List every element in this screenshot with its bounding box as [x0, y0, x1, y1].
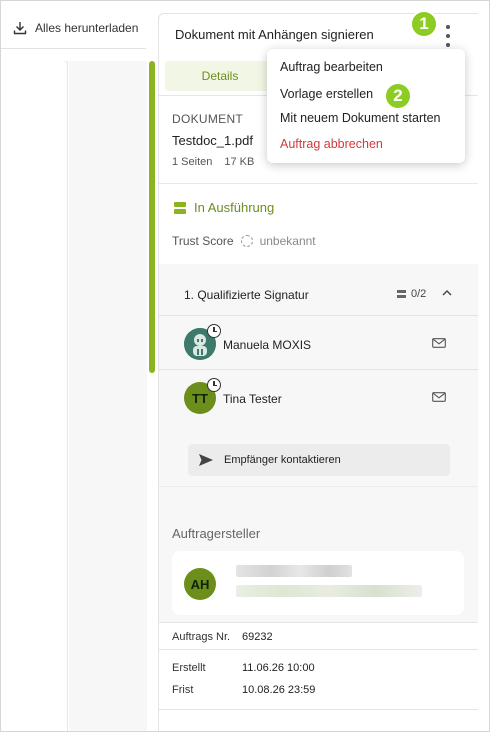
contact-recipients-label: Empfänger kontaktieren — [224, 454, 341, 466]
document-pages: 1 Seiten — [172, 156, 213, 168]
signer-row: Manuela MOXIS — [159, 316, 478, 370]
trust-spinner-icon — [240, 235, 253, 247]
trust-score-row: Trust Score unbekannt — [172, 234, 316, 248]
step-badge-2: 2 — [384, 82, 412, 110]
due-value: 10.08.26 23:59 — [242, 684, 316, 696]
left-divider — [1, 48, 146, 49]
due-label: Frist — [172, 684, 194, 696]
mail-icon[interactable] — [432, 338, 446, 348]
signer-name: Manuela MOXIS — [223, 338, 312, 352]
scrollbar-thumb[interactable] — [149, 61, 155, 373]
order-number-label: Auftrags Nr. — [172, 631, 231, 643]
send-icon — [199, 454, 213, 466]
status-section: In Ausführung Trust Score unbekannt — [159, 184, 478, 264]
clock-icon — [207, 324, 221, 338]
creator-label: Auftragersteller — [172, 526, 261, 541]
chevron-up-icon[interactable] — [441, 287, 453, 299]
menu-item-restart-new-document[interactable]: Mit neuem Dokument starten — [280, 111, 441, 125]
signature-block: 1. Qualifizierte Signatur 0/2 Manuela MO… — [159, 264, 478, 486]
tab-details[interactable]: Details — [165, 61, 275, 91]
document-meta: 1 Seiten 17 KB — [172, 156, 254, 168]
menu-item-edit-order[interactable]: Auftrag bearbeiten — [280, 60, 383, 74]
signature-title: 1. Qualifizierte Signatur — [184, 288, 309, 302]
kebab-menu-icon[interactable] — [441, 25, 455, 47]
document-preview-page — [1, 61, 67, 731]
status-row: In Ausführung — [174, 200, 274, 215]
order-number-value: 69232 — [242, 631, 273, 643]
status-icon — [174, 201, 186, 214]
created-label: Erstellt — [172, 662, 206, 674]
created-value: 11.06.26 10:00 — [242, 662, 315, 674]
trust-score-value: unbekannt — [259, 234, 316, 248]
step-badge-1: 1 — [410, 10, 438, 38]
preview-gutter — [69, 61, 147, 731]
clock-icon — [207, 378, 221, 392]
app-frame: Alles herunterladen Dokument mit Anhänge… — [0, 0, 490, 732]
signer-name: Tina Tester — [223, 392, 282, 406]
signature-header[interactable]: 1. Qualifizierte Signatur 0/2 — [159, 264, 478, 316]
signature-count-value: 0/2 — [411, 288, 427, 300]
context-menu: Auftrag bearbeiten Vorlage erstellen Mit… — [267, 49, 465, 163]
contact-recipients-button[interactable]: Empfänger kontaktieren — [188, 444, 450, 476]
signature-count: 0/2 — [397, 288, 426, 300]
dates-section: Erstellt 11.06.26 10:00 Frist 10.08.26 2… — [159, 650, 478, 710]
document-name[interactable]: Testdoc_1.pdf — [172, 133, 253, 148]
menu-item-cancel-order[interactable]: Auftrag abbrechen — [280, 137, 383, 151]
signature-count-icon — [397, 289, 406, 299]
creator-name-redacted — [236, 565, 352, 577]
creator-email-redacted — [236, 585, 422, 597]
menu-item-create-template[interactable]: Vorlage erstellen — [280, 87, 373, 101]
trust-score-label: Trust Score — [172, 234, 234, 248]
download-icon — [13, 22, 27, 35]
status-label: In Ausführung — [194, 200, 275, 215]
download-all-button[interactable]: Alles herunterladen — [13, 21, 138, 35]
signer-row: TT Tina Tester — [159, 370, 478, 424]
mail-icon[interactable] — [432, 392, 446, 402]
creator-section: Auftragersteller AH — [159, 486, 478, 632]
document-preview-pane — [1, 61, 68, 731]
panel-title: Dokument mit Anhängen signieren — [175, 27, 374, 42]
document-label: DOKUMENT — [172, 112, 244, 126]
document-size: 17 KB — [224, 156, 255, 168]
creator-card: AH — [172, 551, 464, 615]
download-all-label: Alles herunterladen — [35, 21, 139, 35]
order-number-row: Auftrags Nr. 69232 — [159, 622, 478, 650]
avatar: AH — [184, 568, 216, 600]
